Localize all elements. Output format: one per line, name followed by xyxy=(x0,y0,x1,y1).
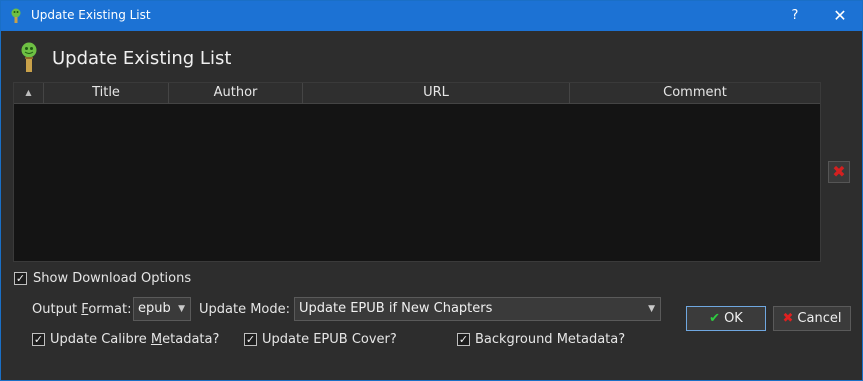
cancel-x-icon: ✖ xyxy=(782,311,794,326)
update-mode-select[interactable]: Update EPUB if New Chapters ▼ xyxy=(294,297,661,321)
title-bar[interactable]: Update Existing List ? ✕ xyxy=(1,1,862,31)
help-button[interactable]: ? xyxy=(781,5,809,27)
sort-column-header[interactable]: ▲ xyxy=(14,83,44,104)
remove-icon: ✖ xyxy=(832,162,846,181)
close-button[interactable]: ✕ xyxy=(826,5,854,27)
app-logo-icon xyxy=(11,8,21,23)
chevron-down-icon: ▼ xyxy=(648,304,655,314)
output-format-label: Output Format: xyxy=(32,302,132,317)
fanficfare-logo-icon xyxy=(21,42,37,72)
show-download-options-checkbox[interactable]: ✓ xyxy=(14,272,27,285)
background-metadata-label[interactable]: Background Metadata? xyxy=(475,332,625,347)
table-header: ▲ Title Author URL Comment xyxy=(14,83,820,104)
show-download-options-label[interactable]: Show Download Options xyxy=(33,271,191,286)
output-format-select[interactable]: epub ▼ xyxy=(133,297,191,321)
update-calibre-metadata-label[interactable]: Update Calibre Metadata? xyxy=(50,332,219,347)
column-header-author[interactable]: Author xyxy=(169,83,303,104)
update-mode-label: Update Mode: xyxy=(199,302,291,317)
update-calibre-metadata-checkbox[interactable]: ✓ xyxy=(32,333,45,346)
column-header-comment[interactable]: Comment xyxy=(570,83,820,104)
chevron-down-icon: ▼ xyxy=(178,304,185,314)
ok-button[interactable]: ✔ OK xyxy=(686,306,766,331)
page-title: Update Existing List xyxy=(52,48,232,69)
update-mode-value: Update EPUB if New Chapters xyxy=(299,301,493,316)
cancel-button[interactable]: ✖ Cancel xyxy=(773,306,851,331)
ok-button-label: OK xyxy=(724,311,743,326)
cancel-button-label: Cancel xyxy=(797,311,842,326)
window-title: Update Existing List xyxy=(31,8,151,22)
output-format-value: epub xyxy=(138,301,171,316)
dialog-window: Update Existing List ? ✕ Update Existing… xyxy=(0,0,863,381)
checkmark-icon: ✔ xyxy=(709,311,721,326)
column-header-title[interactable]: Title xyxy=(44,83,169,104)
remove-row-button[interactable]: ✖ xyxy=(828,161,850,183)
update-epub-cover-label[interactable]: Update EPUB Cover? xyxy=(262,332,397,347)
story-list-table[interactable]: ▲ Title Author URL Comment xyxy=(13,82,821,262)
background-metadata-checkbox[interactable]: ✓ xyxy=(457,333,470,346)
column-header-url[interactable]: URL xyxy=(303,83,570,104)
update-epub-cover-checkbox[interactable]: ✓ xyxy=(244,333,257,346)
